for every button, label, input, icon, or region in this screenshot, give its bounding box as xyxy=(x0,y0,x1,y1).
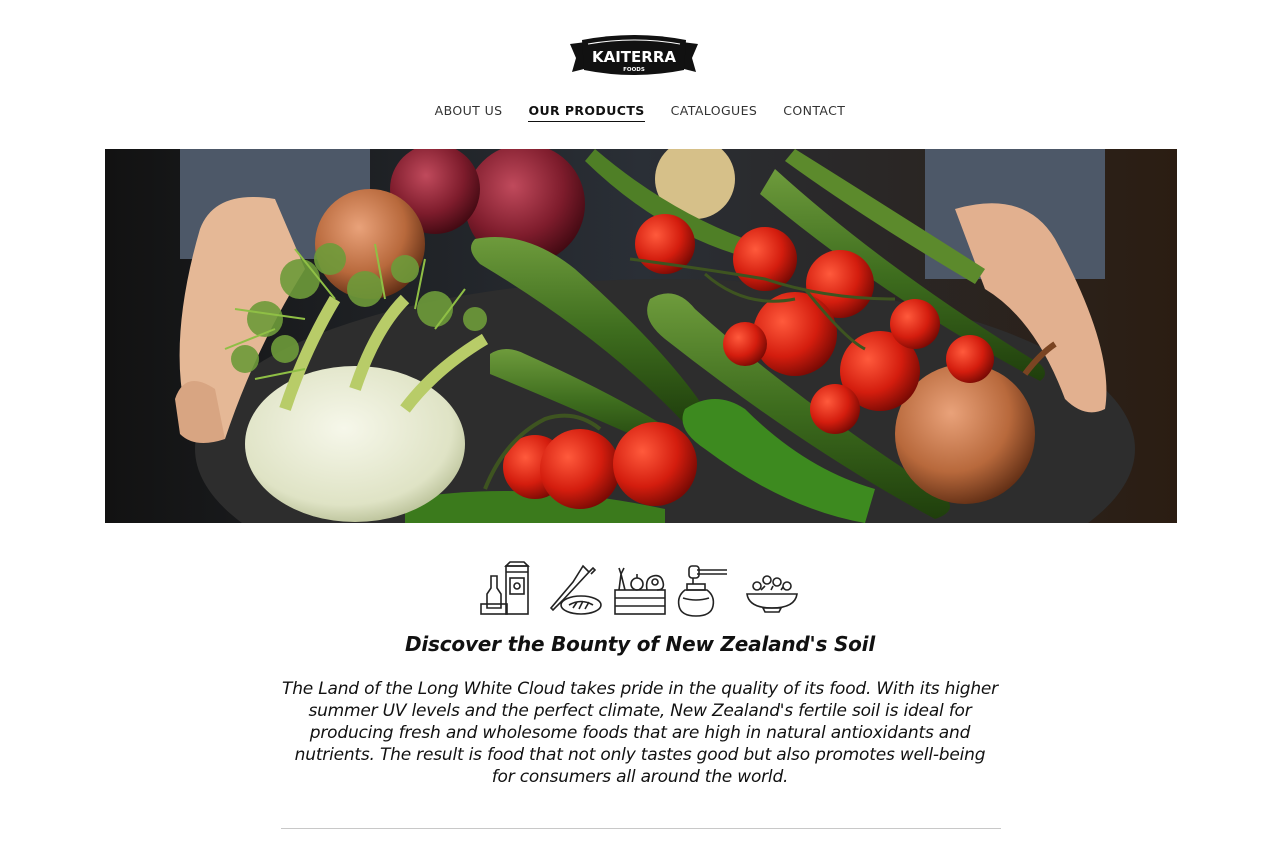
hero-vegetables-image xyxy=(105,149,1177,523)
nav-catalogues[interactable]: CATALOGUES xyxy=(671,103,758,122)
brand-sub: FOODS xyxy=(623,67,645,73)
knife-bread-icon[interactable] xyxy=(543,560,605,620)
brand-name: KAITERRA xyxy=(592,48,676,66)
category-icons xyxy=(0,560,1280,620)
grocery-icon[interactable] xyxy=(477,560,539,620)
kaiterra-logo[interactable]: KAITERRA FOODS xyxy=(566,34,702,80)
honey-jar-icon[interactable] xyxy=(675,560,737,620)
section-body: The Land of the Long White Cloud takes p… xyxy=(282,679,998,787)
section-divider xyxy=(281,828,1001,829)
produce-crate-icon[interactable] xyxy=(609,560,671,620)
salad-bowl-icon[interactable] xyxy=(741,560,803,620)
main-nav: ABOUT US OUR PRODUCTS CATALOGUES CONTACT xyxy=(0,103,1280,122)
nav-about-us[interactable]: ABOUT US xyxy=(435,103,503,122)
nav-contact[interactable]: CONTACT xyxy=(783,103,845,122)
nav-our-products[interactable]: OUR PRODUCTS xyxy=(528,103,645,122)
section-title: Discover the Bounty of New Zealand's Soi… xyxy=(405,632,875,656)
